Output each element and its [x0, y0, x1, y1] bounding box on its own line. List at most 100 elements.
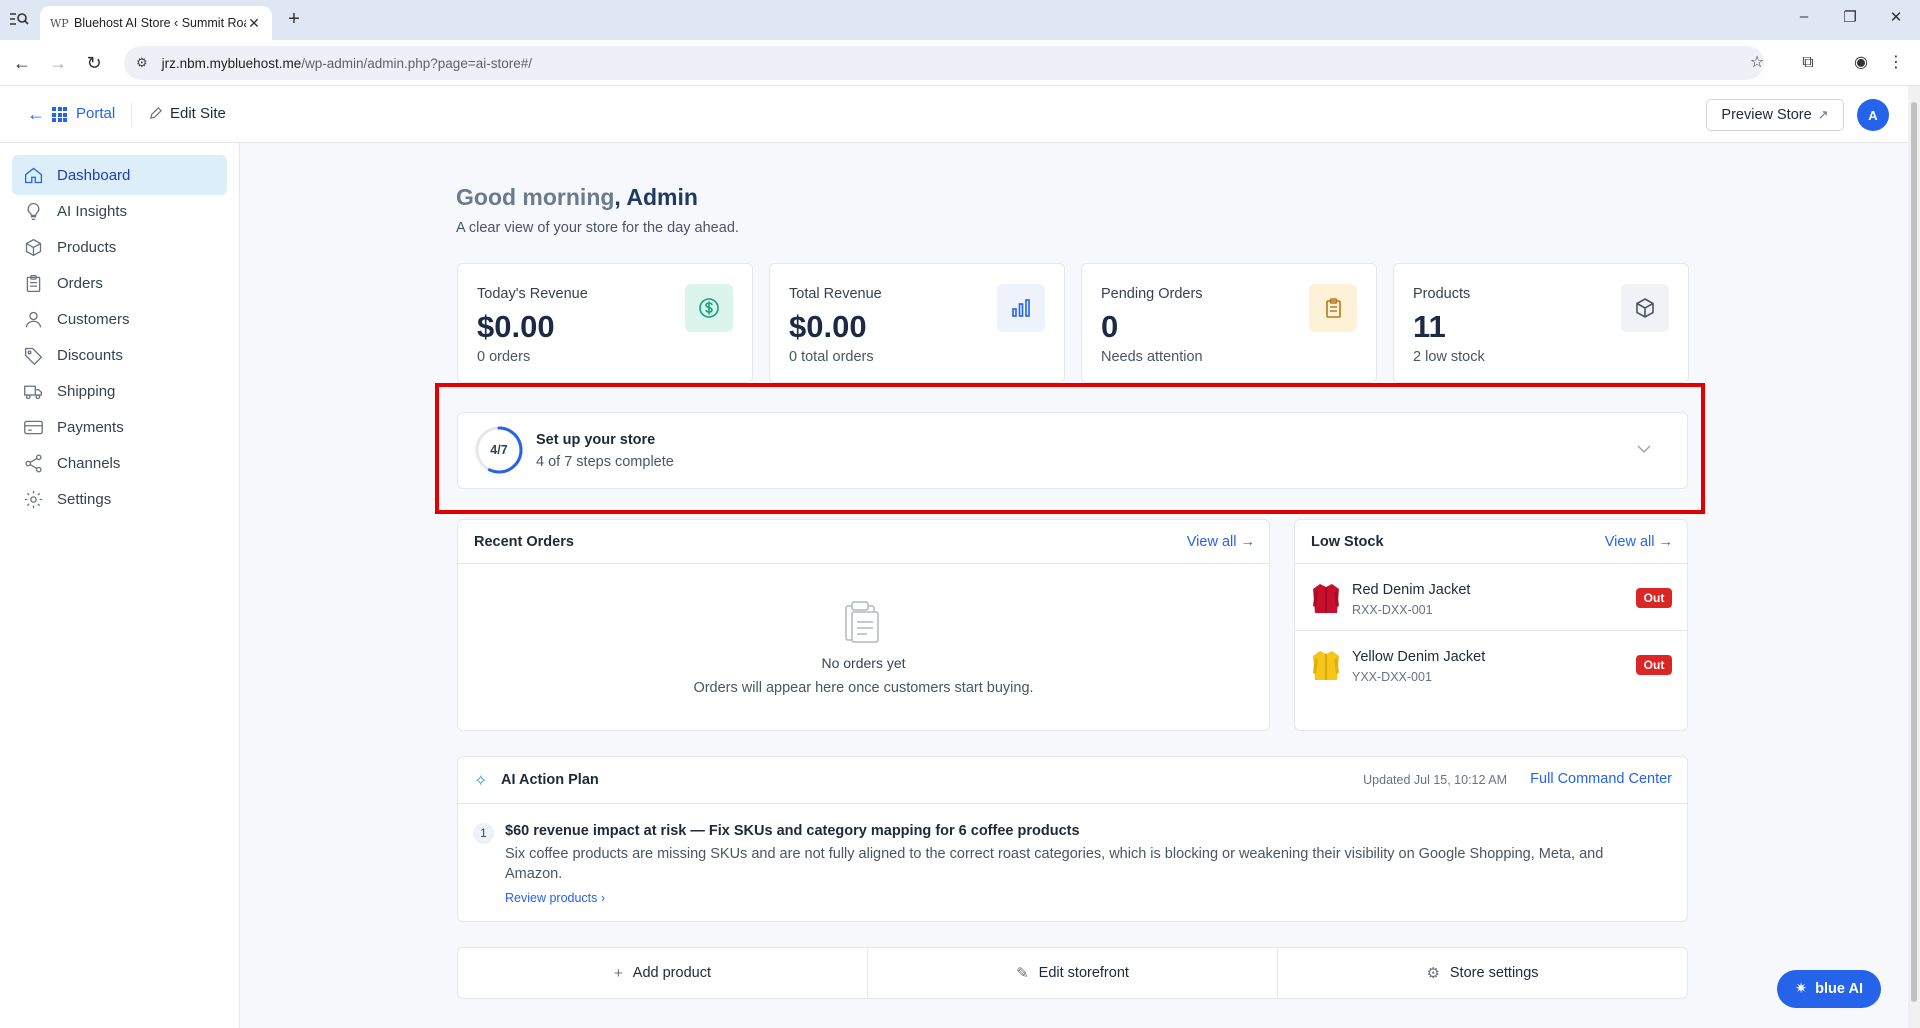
full-command-center-link[interactable]: Full Command Center	[1530, 771, 1672, 787]
sidebar-item-label: Channels	[57, 454, 121, 472]
restore-icon[interactable]: ❐	[1836, 8, 1864, 26]
browser-tab[interactable]: WP Bluehost AI Store ‹ Summit Roa ✕	[40, 6, 272, 40]
external-link-icon: ↗	[1817, 107, 1829, 122]
edit-storefront-label: Edit storefront	[1038, 965, 1129, 981]
credit-card-icon	[22, 416, 44, 438]
browser-menu-icon[interactable]: ⋮	[1885, 52, 1907, 74]
forward-icon[interactable]: →	[46, 51, 70, 75]
list-item[interactable]: Red Denim Jacket RXX-DXX-001 Out	[1295, 564, 1687, 631]
tag-icon	[22, 344, 44, 366]
sidebar-item-label: AI Insights	[57, 202, 128, 220]
sidebar-item-shipping[interactable]: Shipping	[12, 371, 227, 411]
sidebar-item-label: Discounts	[57, 346, 123, 364]
sidebar-item-orders[interactable]: Orders	[12, 263, 227, 303]
stat-sub: Needs attention	[1101, 349, 1203, 365]
site-info-icon[interactable]: ⚙	[136, 55, 148, 71]
stat-value: 0	[1101, 309, 1119, 344]
stat-value: $0.00	[789, 309, 867, 344]
gear-icon	[22, 488, 44, 510]
empty-orders-subtitle: Orders will appear here once customers s…	[693, 680, 1034, 696]
page-title: Good morning, Admin	[456, 184, 698, 211]
sidebar-item-customers[interactable]: Customers	[12, 299, 227, 339]
bookmark-star-icon[interactable]: ☆	[1746, 52, 1768, 74]
store-settings-button[interactable]: ⚙ Store settings	[1278, 948, 1687, 998]
stat-card-pending-orders[interactable]: Pending Orders 0 Needs attention	[1081, 263, 1377, 383]
sidebar-item-channels[interactable]: Channels	[12, 443, 227, 483]
list-item[interactable]: Yellow Denim Jacket YXX-DXX-001 Out	[1295, 631, 1687, 698]
stat-card-todays-revenue[interactable]: Today's Revenue $0.00 0 orders	[457, 263, 753, 383]
stat-sub: 0 total orders	[789, 349, 874, 365]
pencil-icon: ✎	[1016, 965, 1029, 982]
scrollbar-thumb[interactable]	[1911, 102, 1917, 1002]
pencil-icon	[149, 107, 162, 120]
page-subtitle: A clear view of your store for the day a…	[456, 220, 739, 236]
extensions-icon[interactable]: ⧉	[1797, 52, 1819, 74]
wordpress-icon: WP	[50, 16, 69, 30]
new-tab-icon[interactable]: +	[282, 8, 306, 31]
close-tab-icon[interactable]: ✕	[246, 15, 262, 32]
yellow-jacket-thumbnail	[1313, 651, 1339, 680]
low-stock-title: Low Stock	[1311, 534, 1384, 550]
recent-orders-title: Recent Orders	[474, 534, 574, 550]
home-icon	[22, 164, 44, 186]
minimize-icon[interactable]: –	[1790, 8, 1818, 25]
clipboard-icon	[22, 272, 44, 294]
greeting-name: , Admin	[614, 184, 698, 210]
chevron-right-icon: ›	[600, 891, 606, 905]
sidebar-item-settings[interactable]: Settings	[12, 479, 227, 519]
sidebar-item-dashboard[interactable]: Dashboard	[12, 155, 227, 195]
tab-search-icon[interactable]	[8, 10, 32, 30]
recent-orders-panel: Recent Orders View all → No orders yet O…	[457, 519, 1270, 731]
low-stock-view-all-link[interactable]: View all →	[1605, 534, 1673, 550]
sidebar-item-label: Shipping	[57, 382, 116, 400]
quick-actions-bar: + Add product ✎ Edit storefront ⚙ Store set…	[457, 947, 1688, 999]
url-path: /wp-admin/admin.php?page=ai-store#/	[301, 55, 532, 71]
grid-icon[interactable]	[52, 107, 67, 122]
product-sku: RXX-DXX-001	[1352, 603, 1433, 617]
recent-orders-view-all-link[interactable]: View all →	[1187, 534, 1255, 550]
ai-action-plan-panel: ✧ AI Action Plan Updated Jul 15, 10:12 A…	[457, 756, 1688, 922]
tab-title: Bluehost AI Store ‹ Summit Roa	[74, 16, 246, 30]
share-icon	[22, 452, 44, 474]
sidebar-item-label: Dashboard	[57, 166, 131, 184]
blue-ai-button[interactable]: ✷ blue AI	[1777, 970, 1881, 1008]
url-field[interactable]: ⚙ jrz.nbm.mybluehost.me/wp-admin/admin.p…	[124, 46, 1764, 80]
sidebar-item-discounts[interactable]: Discounts	[12, 335, 227, 375]
lightbulb-icon	[22, 200, 44, 222]
page-scrollbar[interactable]	[1908, 86, 1920, 1028]
header-divider	[131, 103, 132, 127]
sidebar-item-label: Orders	[57, 274, 103, 292]
back-icon[interactable]: ←	[10, 51, 34, 75]
back-arrow-icon[interactable]: ←	[27, 104, 45, 125]
box-icon	[22, 236, 44, 258]
preview-store-button[interactable]: Preview Store ↗	[1706, 99, 1844, 131]
close-window-icon[interactable]: ✕	[1882, 8, 1910, 26]
app-header: ← Portal Edit Site Preview Store ↗ A	[0, 86, 1908, 143]
edit-storefront-button[interactable]: ✎ Edit storefront	[868, 948, 1278, 998]
portal-link[interactable]: Portal	[76, 105, 115, 122]
status-badge: Out	[1636, 588, 1672, 608]
store-settings-label: Store settings	[1449, 965, 1539, 981]
stat-sub: 0 orders	[477, 349, 531, 365]
truck-icon	[22, 380, 44, 402]
recent-orders-header: Recent Orders View all →	[458, 520, 1269, 564]
edit-site-label: Edit Site	[170, 105, 226, 122]
sidebar-item-label: Payments	[57, 418, 124, 436]
sparkle-icon: ✷	[1795, 981, 1808, 997]
avatar[interactable]: A	[1857, 99, 1889, 131]
stat-label: Products	[1413, 286, 1471, 302]
stat-card-total-revenue[interactable]: Total Revenue $0.00 0 total orders	[769, 263, 1065, 383]
stat-label: Total Revenue	[789, 286, 882, 302]
stat-card-products[interactable]: Products 11 2 low stock	[1393, 263, 1689, 383]
reload-icon[interactable]: ↻	[82, 51, 106, 75]
edit-site-link[interactable]: Edit Site	[148, 105, 226, 122]
add-product-button[interactable]: + Add product	[458, 948, 868, 998]
status-badge: Out	[1636, 655, 1672, 675]
profile-icon[interactable]: ◉	[1850, 52, 1872, 74]
sidebar-item-ai-insights[interactable]: AI Insights	[12, 191, 227, 231]
review-products-link[interactable]: Review products ›	[505, 891, 605, 905]
sidebar-item-products[interactable]: Products	[12, 227, 227, 267]
sidebar-item-payments[interactable]: Payments	[12, 407, 227, 447]
step-number-badge: 1	[473, 823, 494, 844]
blue-ai-label: blue AI	[1815, 981, 1863, 997]
